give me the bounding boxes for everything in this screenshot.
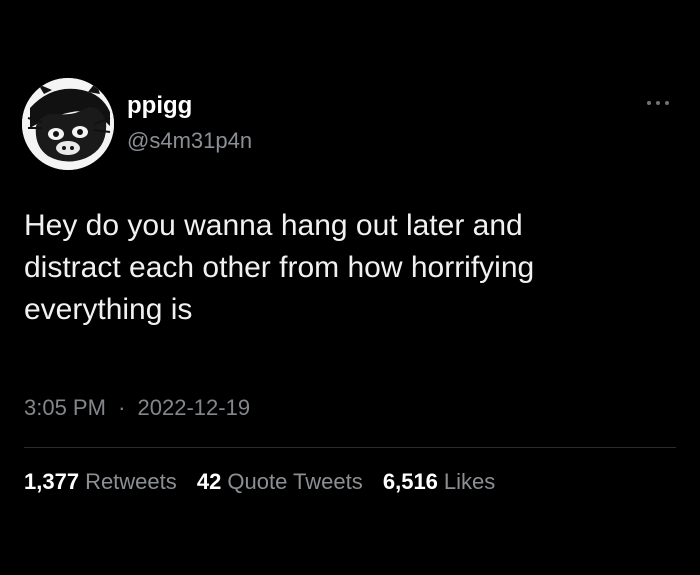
- likes-stat[interactable]: 6,516 Likes: [383, 469, 495, 494]
- retweets-label: Retweets: [85, 469, 177, 494]
- tweet-text-line: everything is: [24, 293, 193, 326]
- tweet-text-line: Hey do you wanna hang out later and: [24, 209, 523, 242]
- quote-tweets-count: 42: [196, 469, 222, 494]
- divider: [24, 447, 676, 448]
- tweet-text: Hey do you wanna hang out later and dist…: [24, 205, 684, 331]
- tweet-timestamp: 3:05 PM · 2022-12-19: [24, 394, 250, 422]
- more-options-icon[interactable]: [643, 96, 673, 110]
- likes-label: Likes: [443, 469, 496, 494]
- author-avatar[interactable]: [22, 78, 114, 170]
- author-display-name[interactable]: ppigg: [127, 92, 192, 120]
- tweet-text-line: distract each other from how horrifying: [24, 251, 535, 284]
- quote-tweets-label: Quote Tweets: [227, 469, 363, 494]
- tweet-stats: 1,377 Retweets 42 Quote Tweets 6,516 Likes: [24, 468, 509, 496]
- timestamp-separator: ·: [118, 395, 126, 420]
- author-handle[interactable]: @s4m31p4n: [127, 128, 252, 154]
- retweets-count: 1,377: [24, 469, 80, 494]
- tweet-date[interactable]: 2022-12-19: [138, 395, 251, 420]
- tweet-time[interactable]: 3:05 PM: [24, 395, 106, 420]
- pig-avatar-icon: [22, 78, 114, 170]
- tweet-card: ppigg @s4m31p4n Hey do you wanna hang ou…: [0, 0, 700, 575]
- quote-tweets-stat[interactable]: 42 Quote Tweets: [197, 469, 363, 494]
- retweets-stat[interactable]: 1,377 Retweets: [24, 469, 177, 494]
- likes-count: 6,516: [382, 469, 438, 494]
